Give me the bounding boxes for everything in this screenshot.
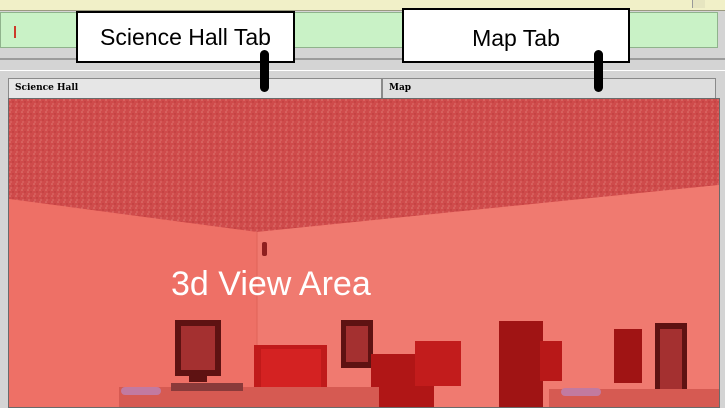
monitor-1 <box>175 320 221 382</box>
callout-pointer <box>260 50 269 92</box>
chair-4 <box>614 329 642 383</box>
monitor-2 <box>341 320 373 368</box>
keyboard <box>171 383 243 391</box>
callout-pointer <box>594 50 603 92</box>
scrollbar-handle[interactable] <box>692 0 705 8</box>
3d-view-area[interactable]: 3d View Area <box>8 98 720 408</box>
mouse-pad-2 <box>561 388 601 396</box>
tab-bar: Science Hall Map <box>8 78 716 98</box>
tab-science-hall[interactable]: Science Hall <box>8 78 382 98</box>
text-caret <box>14 26 16 38</box>
mouse-pad <box>121 387 161 395</box>
3d-scene <box>9 99 719 407</box>
light-fixture <box>262 242 267 256</box>
view-area-label: 3d View Area <box>171 265 371 303</box>
divider-highlight <box>0 70 725 71</box>
tab-map[interactable]: Map <box>382 78 716 98</box>
